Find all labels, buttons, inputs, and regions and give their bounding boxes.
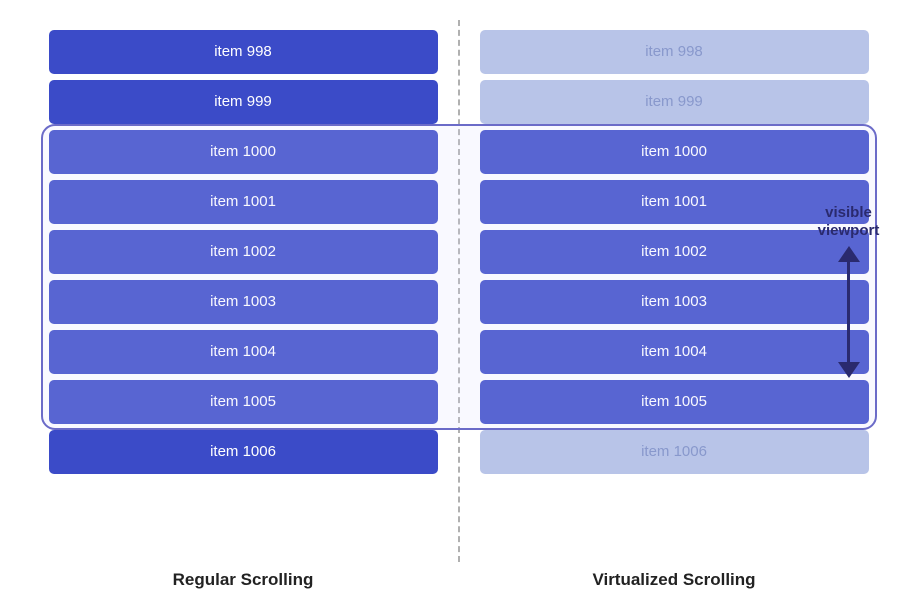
list-item: item 998 (49, 30, 438, 74)
arrow-shaft (847, 262, 850, 362)
list-item: item 1005 (480, 380, 869, 424)
list-item: item 1006 (49, 430, 438, 474)
list-item: item 999 (49, 80, 438, 124)
annotation-text: visibleviewport (818, 204, 880, 240)
columns-area: item 998 item 999 item 1000 item 1001 it… (29, 20, 889, 562)
list-item: item 1001 (49, 180, 438, 224)
up-arrow-icon (838, 246, 860, 262)
list-item: item 999 (480, 80, 869, 124)
labels-row: Regular Scrolling Virtualized Scrolling (29, 562, 889, 590)
list-item: item 1003 (49, 280, 438, 324)
viewport-annotation: visibleviewport (809, 204, 889, 378)
list-item: item 1000 (480, 130, 869, 174)
left-column: item 998 item 999 item 1000 item 1001 it… (29, 20, 458, 562)
list-item: item 1004 (49, 330, 438, 374)
down-arrow-icon (838, 362, 860, 378)
list-item: item 1002 (49, 230, 438, 274)
list-item: item 1006 (480, 430, 869, 474)
right-column-label: Virtualized Scrolling (460, 570, 889, 590)
diagram: item 998 item 999 item 1000 item 1001 it… (29, 20, 889, 590)
list-item: item 1000 (49, 130, 438, 174)
list-item: item 998 (480, 30, 869, 74)
list-item: item 1005 (49, 380, 438, 424)
left-column-label: Regular Scrolling (29, 570, 458, 590)
